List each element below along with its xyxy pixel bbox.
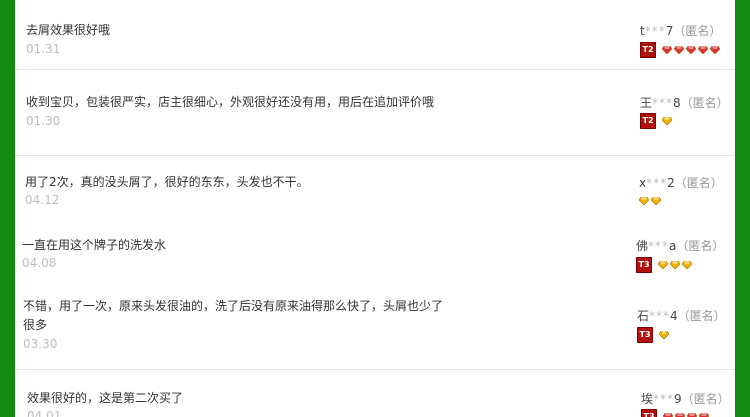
reputation-gem-icon [651,196,661,205]
review-row: 效果很好的，这是第二次买了 04.01 埃***9（匿名） T3 [15,370,735,417]
reviewer-mask: *** [649,309,671,323]
user-level-icon: T3 [636,256,652,273]
review-date: 04.08 [22,256,57,270]
reviewer-badges: T2 [640,41,720,58]
reviewer-name[interactable]: 佛***a（匿名） [636,237,724,254]
review-text: 不错，用了一次，原来头发很油的，洗了后没有原来油得那么快了，头屑也少了很多 [23,299,444,332]
review-row: 一直在用这个牌子的洗发水 04.08 佛***a（匿名） T3 [15,228,735,288]
review-text: 收到宝贝，包装很严实，店主很细心，外观很好还没有用，用后在追加评价哦 [26,95,435,109]
reviewer-first-char: 石 [637,309,650,323]
anonymous-label: （匿名） [681,392,730,406]
reputation-gem-icon [699,412,709,417]
reputation-gem-icon [698,45,708,54]
reviewer-mask: *** [644,24,666,38]
review-date: 04.12 [25,193,60,207]
reviewer-mask: *** [646,176,668,190]
reviewer-badges: T3 [636,256,692,273]
review-date: 01.30 [26,114,61,128]
review-date: 01.31 [26,42,61,56]
anonymous-label: （匿名） [674,176,723,190]
user-level-icon: T3 [641,408,657,417]
reputation-gem-icon [687,412,697,417]
reviewer-name[interactable]: x***2（匿名） [639,174,723,191]
reputation-gem-icon [686,45,696,54]
reputation-gem-icon [670,260,680,269]
reviewer-first-char: 埃 [641,392,654,406]
review-row: 不错，用了一次，原来头发很油的，洗了后没有原来油得那么快了，头屑也少了很多 03… [15,288,735,370]
reputation-gem-icon [663,412,673,417]
reviewer-badges: T3 [637,326,669,343]
review-list-panel: 去屑效果很好哦 01.31 t***7（匿名） T2 收到宝贝，包装很严实，店主… [15,0,735,417]
anonymous-label: （匿名） [673,24,722,38]
reputation-gem-icon [710,45,720,54]
reviewer-badges [639,192,661,209]
anonymous-label: （匿名） [677,309,726,323]
reviewer-name[interactable]: t***7（匿名） [640,22,721,39]
review-row: 去屑效果很好哦 01.31 t***7（匿名） T2 [15,0,735,70]
reviewer-mask: *** [648,239,670,253]
reviewer-last-char: 9 [674,392,682,406]
reviewer-last-char: 4 [670,309,678,323]
reputation-gem-icon [675,412,685,417]
reviewer-name[interactable]: 石***4（匿名） [637,307,726,324]
reviewer-name[interactable]: 埃***9（匿名） [641,390,730,407]
review-text: 用了2次，真的没头屑了，很好的东东，头发也不干。 [25,175,309,189]
review-text: 效果很好的，这是第二次买了 [27,391,184,405]
anonymous-label: （匿名） [680,96,729,110]
reviewer-name[interactable]: 王***8（匿名） [640,94,729,111]
reputation-gem-icon [639,196,649,205]
user-level-icon: T2 [640,112,656,129]
reputation-gem-icon [662,45,672,54]
reviewer-mask: *** [652,96,674,110]
review-date: 03.30 [23,337,58,351]
reputation-gem-icon [674,45,684,54]
user-level-icon: T3 [637,326,653,343]
reviewer-last-char: 8 [673,96,681,110]
reputation-gem-icon [659,330,669,339]
reputation-gem-icon [662,116,672,125]
review-row: 用了2次，真的没头屑了，很好的东东，头发也不干。 04.12 x***2（匿名） [15,156,735,228]
reviewer-badges: T3 [641,408,709,417]
review-text: 去屑效果很好哦 [26,23,111,37]
reviewer-badges: T2 [640,112,672,129]
reviewer-mask: *** [653,392,675,406]
reviewer-first-char: 王 [640,96,653,110]
review-row: 收到宝贝，包装很严实，店主很细心，外观很好还没有用，用后在追加评价哦 01.30… [15,70,735,156]
reputation-gem-icon [658,260,668,269]
review-date: 04.01 [27,409,62,417]
reviewer-first-char: 佛 [636,239,649,253]
reputation-gem-icon [682,260,692,269]
user-level-icon: T2 [640,41,656,58]
reviewer-last-char: 2 [667,176,675,190]
anonymous-label: （匿名） [676,239,725,253]
review-text: 一直在用这个牌子的洗发水 [22,238,167,252]
